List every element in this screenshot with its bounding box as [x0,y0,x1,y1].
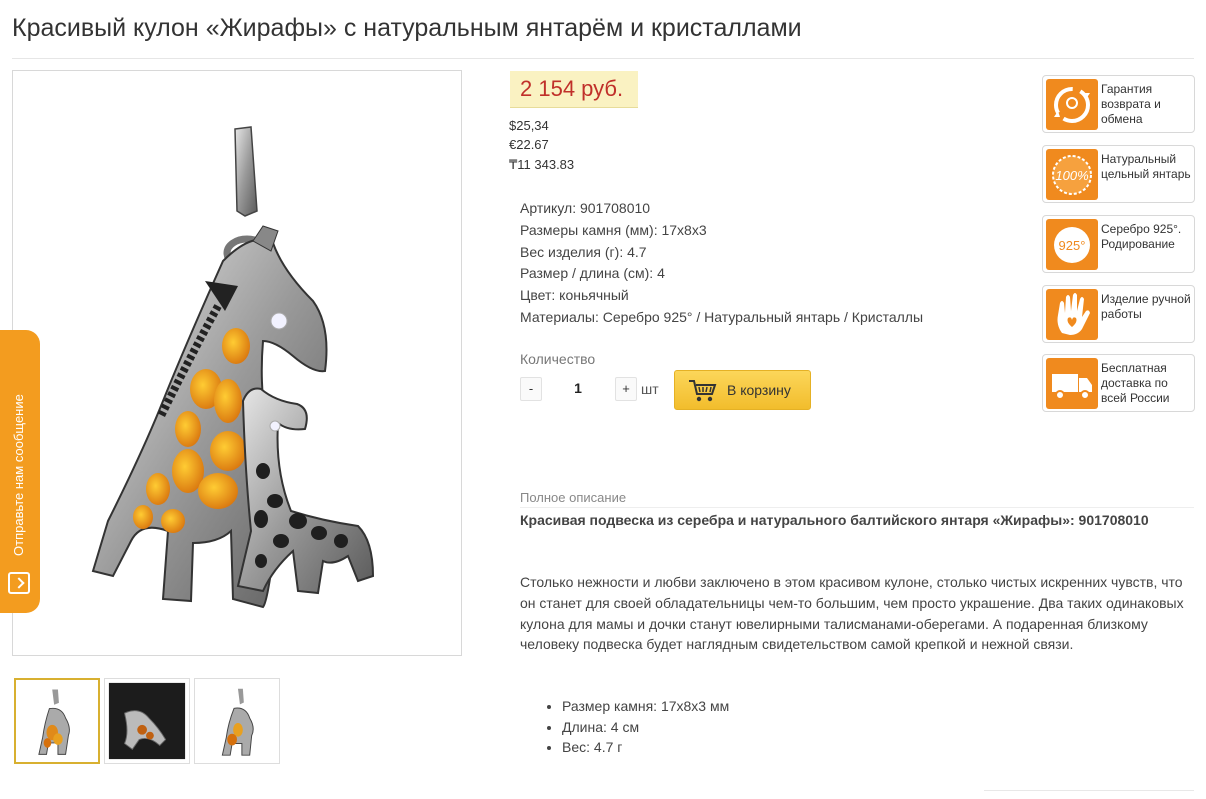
quantity-label: Количество [520,351,596,367]
spec-value: 17x8x3 [661,221,707,238]
silver-925-icon: 925° [1046,219,1098,270]
cart-icon [689,380,717,402]
truck-icon [1046,358,1098,409]
spec-label: Вес изделия (г): [520,243,624,260]
hand-icon [1046,289,1098,340]
spec-label: Артикул: [520,200,577,216]
price-kzt: ₸11 343.83 [509,157,575,172]
price-eur: €22.67 [509,137,549,152]
thumbnail-giraffe-dark-image [108,682,186,760]
svg-text:100%: 100% [1055,168,1088,183]
quantity-plus-button[interactable]: + [615,377,637,401]
feedback-tab-label[interactable]: Отправьте нам сообщение [11,326,26,556]
spec-materials: Материалы: Серебро 925° / Натуральный ян… [520,307,923,329]
message-icon[interactable] [8,572,30,594]
badge-natural-amber: 100% Натуральный цельный янтарь [1042,145,1195,203]
spec-label: Размеры камня (мм): [520,221,658,238]
bottom-divider [984,790,1194,791]
product-specs: Артикул: 901708010 Размеры камня (мм): 1… [520,198,923,329]
spec-value: коньячный [559,287,629,304]
amber-100-icon: 100% [1046,149,1098,200]
spec-label: Цвет: [520,287,556,304]
thumbnail-giraffe-side-image [221,688,254,756]
title-divider [12,58,1194,59]
badge-text: Бесплатная доставка по всей России [1101,361,1170,405]
description-heading: Красивая подвеска из серебра и натуральн… [520,512,1149,528]
badge-text: Изделие ручной работы [1101,292,1191,321]
description-body: Столько нежности и любви заключено в это… [520,574,1184,653]
thumbnail-3[interactable] [194,678,280,764]
description-divider [520,507,1194,508]
thumbnail-1[interactable] [14,678,100,764]
badge-handmade: Изделие ручной работы [1042,285,1195,343]
price-usd: $25,34 [509,118,549,133]
exchange-icon [1046,79,1098,130]
main-product-image[interactable] [12,70,462,656]
add-to-cart-label: В корзину [727,382,791,398]
badge-exchange: Гарантия возврата и обмена [1042,75,1195,133]
spec-label: Материалы: [520,308,599,325]
full-description-tab[interactable]: Полное описание [520,490,626,505]
badge-text: Натуральный цельный янтарь [1101,152,1191,181]
thumbnail-giraffe-image [38,689,70,755]
badge-silver-925: 925° Серебро 925°. Родирование [1042,215,1195,273]
spec-length: Размер / длина (см): 4 [520,263,923,285]
spec-value: 4.7 [627,243,647,260]
quantity-input[interactable]: 1 [548,380,608,396]
product-title: Красивый кулон «Жирафы» с натуральным ян… [12,14,802,42]
spec-value: 901708010 [579,200,651,216]
spec-label: Размер / длина (см): [520,265,654,282]
description-list: Размер камня: 17x8x3 мм Длина: 4 см Вес:… [544,696,729,758]
spec-article: Артикул: 901708010 [520,198,923,220]
list-item: Размер камня: 17x8x3 мм [562,696,729,717]
badge-free-delivery: Бесплатная доставка по всей России [1042,354,1195,412]
svg-text:925°: 925° [1059,238,1086,253]
list-item: Длина: 4 см [562,717,729,738]
spec-value: Серебро 925° / Натуральный янтарь / Крис… [602,308,924,325]
spec-color: Цвет: коньячный [520,285,923,307]
thumbnail-2[interactable] [104,678,190,764]
price-box: 2 154 руб. [510,71,638,108]
list-item: Вес: 4.7 г [562,737,729,758]
quantity-unit: шт [641,381,659,397]
badge-text: Гарантия возврата и обмена [1101,82,1161,126]
spec-value: 4 [657,265,665,282]
badge-text: Серебро 925°. Родирование [1101,222,1182,251]
spec-stone-size: Размеры камня (мм): 17x8x3 [520,220,923,242]
add-to-cart-button[interactable]: В корзину [674,370,811,410]
quantity-minus-button[interactable]: - [520,377,542,401]
spec-weight: Вес изделия (г): 4.7 [520,242,923,264]
giraffe-pendant-illustration [91,126,375,609]
price-main: 2 154 руб. [520,76,624,101]
